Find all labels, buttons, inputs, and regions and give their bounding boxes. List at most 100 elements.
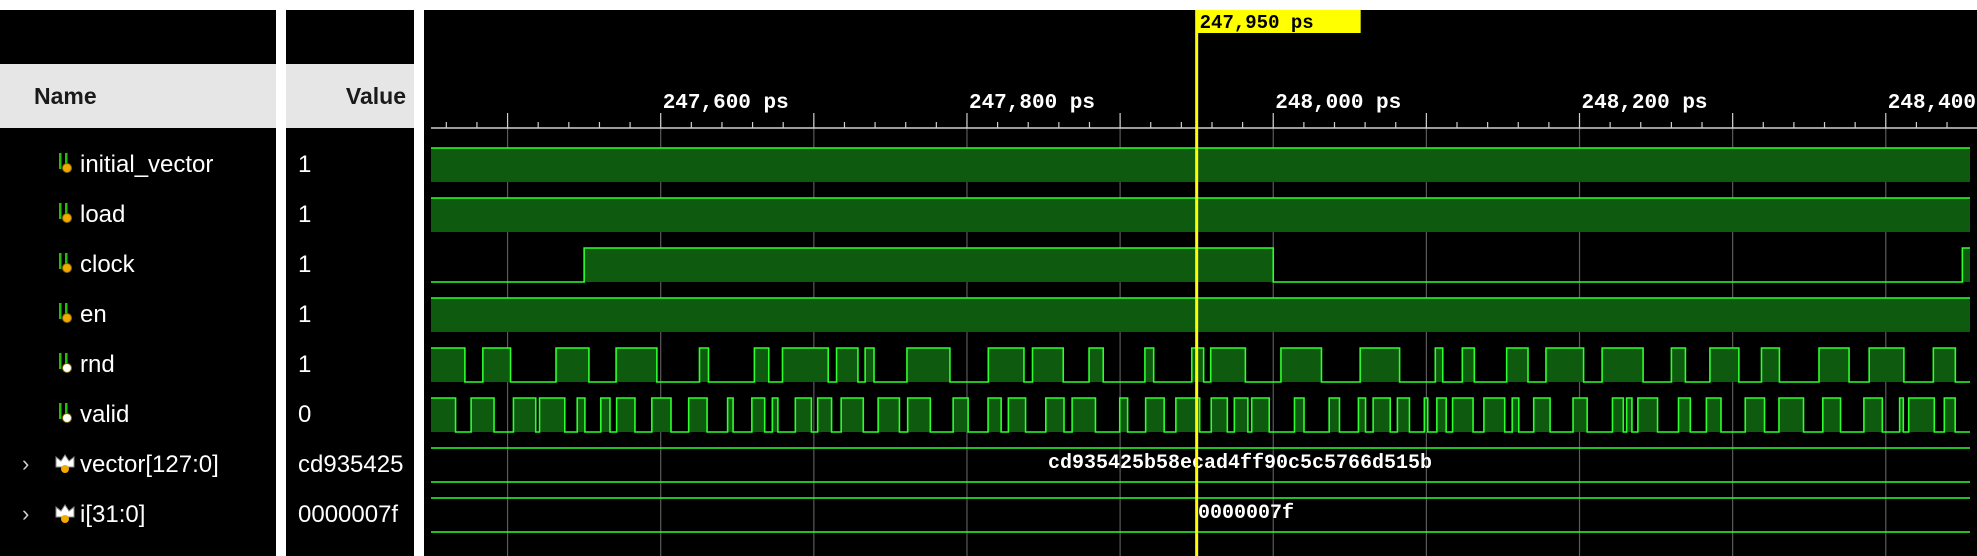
waveform-initial_vector[interactable] (431, 147, 1970, 182)
cursor-label: 247,950 ps (1200, 12, 1314, 34)
ruler-label: 248,200 ps (1582, 92, 1708, 115)
signal-name: en (80, 301, 107, 328)
bus-signal-icon (54, 451, 76, 475)
wave-high-segment (1612, 398, 1624, 432)
ruler-label: 248,400 ps (1888, 92, 1977, 115)
wave-high-segment (727, 398, 734, 432)
wave-high-segment (817, 398, 832, 432)
wave-high-segment (1144, 348, 1154, 382)
signal-name: vector[127:0] (80, 451, 219, 478)
wave-high-segment (556, 348, 589, 382)
wave-high-segment (431, 398, 456, 432)
wave-high-segment (1008, 398, 1026, 432)
wave-high-segment (1210, 348, 1246, 382)
wave-high-segment (1709, 348, 1739, 382)
wave-high-segment (1089, 348, 1104, 382)
wave-high-segment (584, 248, 1274, 282)
output-signal-icon (54, 351, 76, 375)
wave-high-segment (1944, 398, 1956, 432)
input-signal-icon (54, 201, 76, 225)
input-signal-icon (54, 301, 76, 325)
wave-high-segment (754, 348, 769, 382)
wave-high-segment (1032, 348, 1064, 382)
signal-name: i[31:0] (80, 501, 146, 528)
wave-high-segment (1072, 398, 1096, 432)
signal-row-rnd[interactable]: rnd (0, 340, 276, 390)
wave-high-segment (1822, 398, 1841, 432)
wave-high-segment (471, 398, 495, 432)
signal-value-rnd: 1 (298, 351, 312, 378)
signal-row-load[interactable]: load (0, 190, 276, 240)
signal-value-i: 0000007f (298, 501, 399, 528)
wave-high-segment (1533, 398, 1551, 432)
ruler-label: 247,800 ps (969, 92, 1095, 115)
wave-high-segment (616, 348, 657, 382)
wave-high-segment (1119, 398, 1128, 432)
waveform-en[interactable] (431, 297, 1970, 332)
wave-high-segment (1778, 398, 1804, 432)
wave-high-segment (1637, 398, 1658, 432)
wave-high-segment (431, 298, 1970, 332)
wave-high-segment (1678, 398, 1691, 432)
value-column-header[interactable]: Value (286, 64, 414, 128)
signal-row-i[interactable]: › i[31:0] (0, 490, 276, 540)
wave-high-segment (988, 398, 1002, 432)
wave-high-segment (1933, 348, 1956, 382)
wave-high-segment (1329, 398, 1340, 432)
chevron-right-icon[interactable]: › (22, 451, 29, 477)
wave-high-segment (1294, 398, 1305, 432)
signal-name: load (80, 201, 126, 228)
wave-high-segment (1045, 398, 1065, 432)
waveform-panel[interactable]: 247,600 ps 247,800 ps 248,000 ps 248,200 ps… (424, 10, 1977, 556)
name-column-header[interactable]: Name (0, 64, 276, 128)
wave-high-segment (1280, 348, 1322, 382)
wave-high-segment (539, 398, 565, 432)
bus-signal-icon (54, 501, 76, 525)
signal-row-vector[interactable]: › vector[127:0] (0, 440, 276, 490)
output-signal-icon (54, 401, 76, 425)
wave-high-segment (751, 398, 765, 432)
wave-high-segment (1962, 248, 1970, 282)
wave-high-segment (1145, 398, 1165, 432)
wave-high-segment (953, 398, 969, 432)
value-panel: Value 1 1 1 1 1 0 cd935425 0000007f (286, 10, 414, 556)
wave-high-segment (1545, 348, 1584, 382)
wave-high-segment (1462, 348, 1475, 382)
chevron-right-icon[interactable]: › (22, 501, 29, 527)
signal-value-vector: cd935425 (298, 451, 404, 478)
wave-high-segment (1373, 398, 1391, 432)
wave-high-segment (577, 398, 585, 432)
wave-high-segment (795, 398, 812, 432)
wave-high-segment (600, 398, 610, 432)
wave-high-segment (1908, 398, 1935, 432)
signal-row-initial_vector[interactable]: initial_vector (0, 140, 276, 190)
wave-high-segment (836, 348, 858, 382)
wave-high-segment (1234, 398, 1248, 432)
wave-high-segment (1435, 348, 1443, 382)
wave-high-segment (988, 348, 1024, 382)
name-panel: Name initial_vectorload clock en rnd valid › v… (0, 10, 276, 556)
waveform-load[interactable] (431, 197, 1970, 232)
wave-high-segment (688, 398, 708, 432)
wave-high-segment (651, 398, 671, 432)
signal-row-valid[interactable]: valid (0, 390, 276, 440)
wave-high-segment (1863, 398, 1883, 432)
wave-high-segment (1869, 348, 1904, 382)
wave-high-segment (1761, 348, 1780, 382)
wave-high-segment (1512, 398, 1519, 432)
wave-high-segment (772, 398, 778, 432)
waveform-canvas[interactable]: 247,600 ps 247,800 ps 248,000 ps 248,200 ps… (424, 10, 1977, 556)
wave-high-segment (907, 398, 931, 432)
input-signal-icon (54, 251, 76, 275)
signal-row-clock[interactable]: clock (0, 240, 276, 290)
signal-value-valid: 0 (298, 401, 312, 428)
wave-high-segment (1251, 398, 1270, 432)
signal-value-clock: 1 (298, 251, 312, 278)
signal-value-en: 1 (298, 301, 312, 328)
signal-row-en[interactable]: en (0, 290, 276, 340)
bus-value-text: 0000007f (1198, 502, 1294, 525)
wave-high-segment (1358, 398, 1366, 432)
wave-high-segment (1745, 398, 1765, 432)
wave-high-segment (1819, 348, 1850, 382)
signal-value-load: 1 (298, 201, 312, 228)
